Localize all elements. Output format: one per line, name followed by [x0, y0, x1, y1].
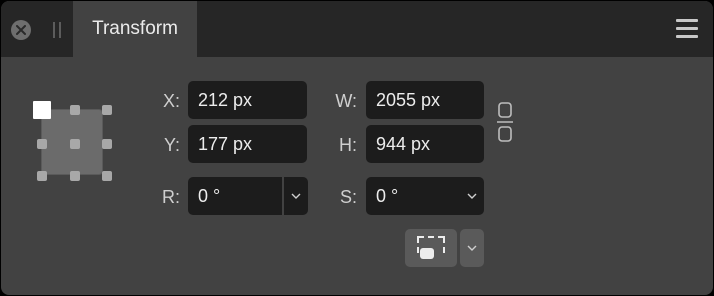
hamburger-menu-icon[interactable]: [676, 19, 698, 39]
height-field[interactable]: 944 px: [366, 125, 484, 163]
rotation-field[interactable]: 0 °: [188, 177, 282, 215]
r-label: R:: [162, 187, 180, 207]
h-label: H:: [339, 135, 357, 155]
anchor-middle-right[interactable]: [102, 139, 112, 149]
y-position-field[interactable]: 177 px: [188, 125, 307, 163]
anchor-bottom-left[interactable]: [37, 171, 47, 181]
x-label: X:: [162, 91, 180, 111]
s-label: S:: [339, 187, 357, 207]
anchor-top-right[interactable]: [102, 105, 112, 115]
anchor-top-center[interactable]: [70, 105, 80, 115]
bounding-box-icon: [417, 236, 445, 259]
anchor-bottom-center[interactable]: [70, 171, 80, 181]
rotation-dropdown-button[interactable]: [284, 177, 308, 215]
anchor-top-left[interactable]: [33, 101, 51, 119]
bounding-box-button[interactable]: [405, 229, 457, 267]
anchor-middle-left[interactable]: [37, 139, 47, 149]
shear-field[interactable]: 0 °: [366, 177, 460, 215]
close-icon[interactable]: [11, 20, 31, 40]
anchor-point-selector[interactable]: [33, 101, 113, 181]
grip-icon[interactable]: [53, 22, 61, 38]
transform-panel: Transform X: 212 px W: 2055 px Y: 177 px…: [1, 1, 713, 295]
chevron-down-icon: [467, 245, 477, 251]
panel-header: Transform: [1, 1, 713, 57]
bounding-box-dropdown-button[interactable]: [460, 229, 484, 267]
chain-link-icon[interactable]: [494, 101, 516, 143]
y-label: Y:: [163, 135, 180, 155]
x-position-field[interactable]: 212 px: [188, 81, 307, 119]
chevron-down-icon: [291, 193, 301, 199]
shear-dropdown-button[interactable]: [460, 177, 484, 215]
anchor-bottom-right[interactable]: [102, 171, 112, 181]
w-label: W:: [335, 91, 357, 111]
width-field[interactable]: 2055 px: [366, 81, 484, 119]
chevron-down-icon: [467, 193, 477, 199]
tab-transform[interactable]: Transform: [73, 1, 197, 57]
anchor-center[interactable]: [70, 139, 80, 149]
